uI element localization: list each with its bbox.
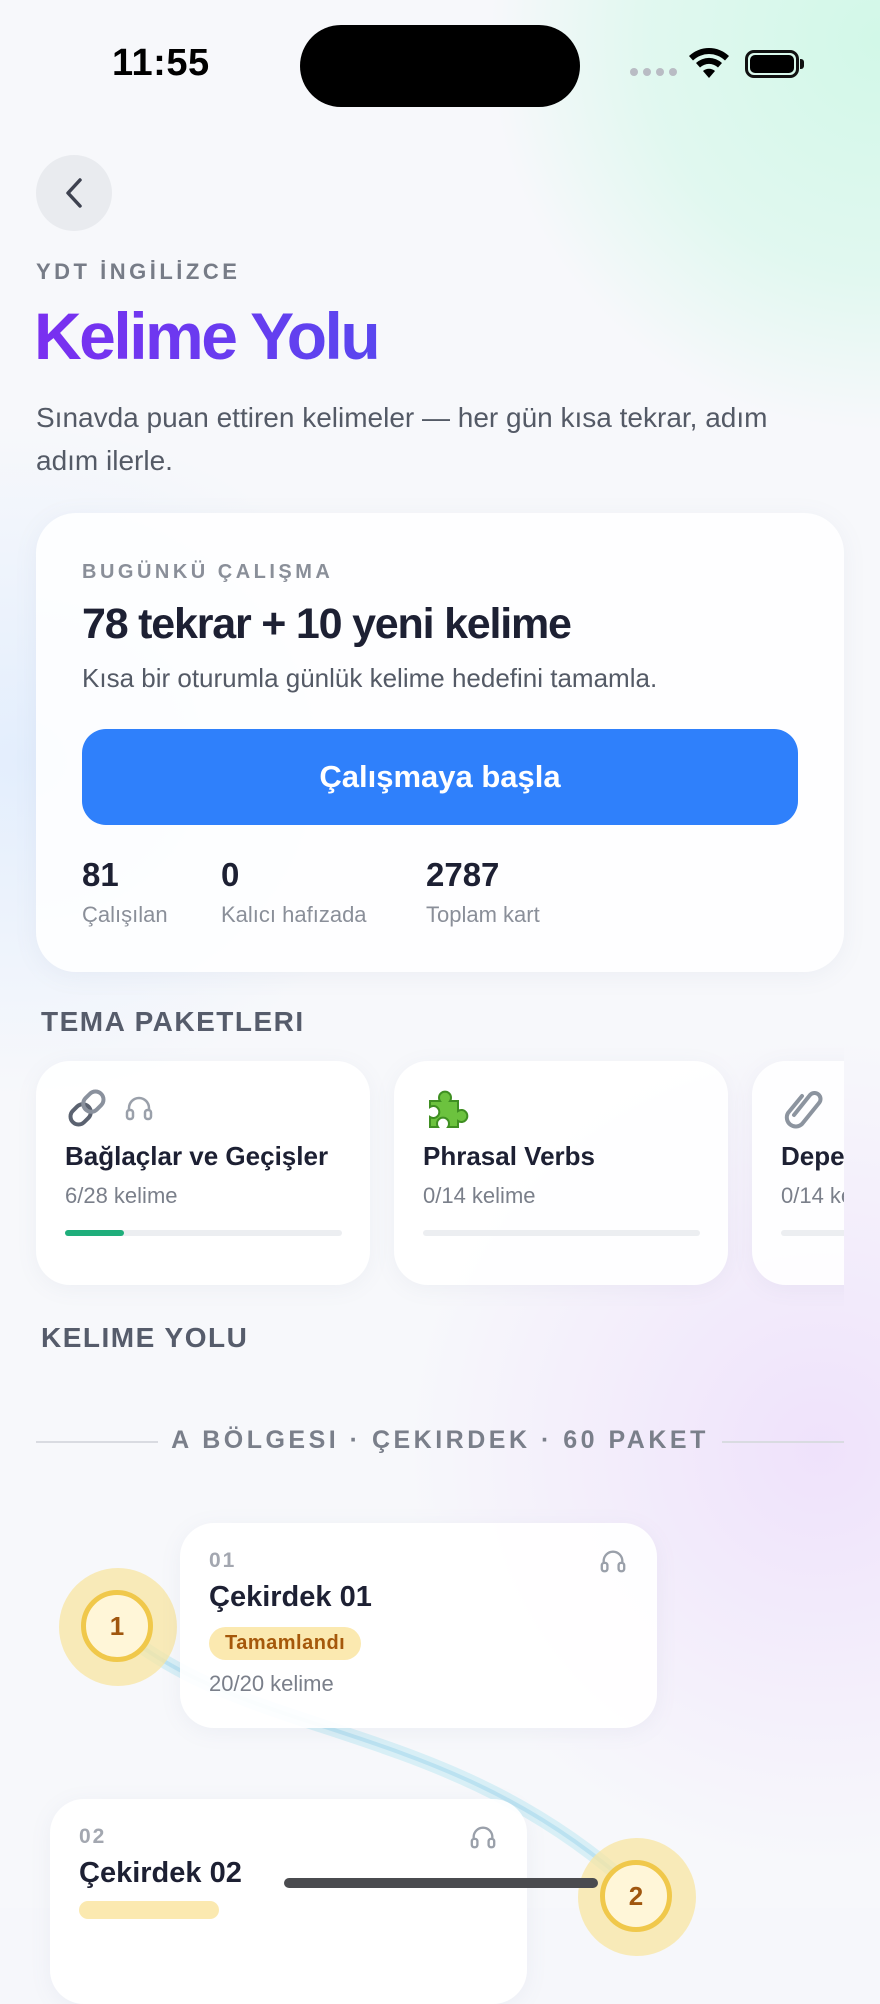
stat-label: Toplam kart — [426, 902, 540, 927]
pack-count: 6/28 kelime — [65, 1183, 178, 1208]
headphones-icon — [470, 1826, 496, 1849]
stat-value: 0 — [221, 856, 240, 893]
pack-name: Dependent Prepositions — [781, 1141, 844, 1171]
pack-name: Bağlaçlar ve Geçişler — [65, 1141, 329, 1171]
stat-long-term-memory: 0 Kalıcı hafızada — [221, 856, 367, 928]
step-number: 02 — [79, 1825, 107, 1848]
page-title: Kelime Yolu — [34, 299, 381, 373]
word-path-title: KELIME YOLU — [41, 1322, 249, 1353]
battery-cap — [800, 59, 804, 69]
step-name: Çekirdek 01 — [209, 1581, 372, 1613]
today-study-card: BUGÜNKÜ ÇALIŞMA 78 tekrar + 10 yeni keli… — [36, 513, 844, 972]
today-headline: 78 tekrar + 10 yeni kelime — [82, 600, 572, 648]
stat-value: 81 — [82, 856, 119, 893]
chevron-left-icon — [66, 178, 82, 208]
theme-pack-card[interactable]: Phrasal Verbs 0/14 kelime — [394, 1061, 728, 1285]
stat-label: Çalışılan — [82, 902, 168, 927]
stat-studied: 81 Çalışılan — [82, 856, 168, 928]
theme-packs-title: TEMA PAKETLERI — [41, 1006, 305, 1037]
path-node[interactable]: 2 — [600, 1860, 672, 1932]
dynamic-island — [300, 25, 580, 107]
paperclip-icon — [784, 1091, 823, 1129]
cellular-signal-icon — [630, 68, 677, 76]
back-button[interactable] — [36, 155, 112, 231]
page-subtitle: Sınavda puan ettiren kelimeler — her gün… — [36, 402, 768, 476]
theme-pack-card[interactable]: Dependent Prepositions 0/14 kelime — [752, 1061, 844, 1285]
path-step-card[interactable]: 01 Çekirdek 01 Tamamlandı 20/20 kelime — [180, 1523, 657, 1728]
status-badge — [79, 1901, 219, 1919]
pack-progress-bar — [423, 1230, 700, 1236]
stat-label: Kalıcı hafızada — [221, 902, 367, 927]
page-eyebrow: YDT İNGİLİZCE — [36, 259, 241, 284]
stat-value: 2787 — [426, 856, 500, 893]
status-badge: Tamamlandı — [209, 1627, 362, 1660]
headphones-icon — [125, 1096, 153, 1121]
step-number: 01 — [209, 1549, 237, 1572]
step-count: 20/20 kelime — [209, 1671, 334, 1696]
status-time: 11:55 — [112, 42, 210, 84]
link-icon — [68, 1089, 106, 1127]
path-step-card[interactable]: 02 Çekirdek 02 — [50, 1799, 527, 2004]
today-label: BUGÜNKÜ ÇALIŞMA — [82, 561, 334, 583]
pack-count: 0/14 kelime — [781, 1183, 844, 1208]
wifi-icon — [689, 48, 729, 78]
home-indicator[interactable] — [284, 1878, 598, 1888]
stat-total-cards: 2787 Toplam kart — [426, 856, 540, 928]
pack-progress-bar — [781, 1230, 844, 1236]
today-description: Kısa bir oturumla günlük kelime hedefini… — [82, 663, 658, 693]
pack-progress-bar — [65, 1230, 342, 1236]
headphones-icon — [600, 1550, 626, 1573]
battery-icon — [745, 50, 799, 78]
step-name: Çekirdek 02 — [79, 1857, 242, 1889]
start-study-button[interactable]: Çalışmaya başla — [82, 729, 798, 825]
theme-pack-card[interactable]: Bağlaçlar ve Geçişler 6/28 kelime — [36, 1061, 370, 1285]
pack-progress-fill — [65, 1230, 125, 1236]
theme-packs-carousel[interactable]: Bağlaçlar ve Geçişler 6/28 kelime Phrasa… — [0, 1040, 844, 1320]
path-node[interactable]: 1 — [81, 1590, 153, 1662]
puzzle-icon — [429, 1090, 469, 1128]
region-label: A BÖLGESI · ÇEKIRDEK · 60 PAKET — [171, 1426, 709, 1454]
pack-count: 0/14 kelime — [423, 1183, 536, 1208]
pack-name: Phrasal Verbs — [423, 1141, 595, 1171]
